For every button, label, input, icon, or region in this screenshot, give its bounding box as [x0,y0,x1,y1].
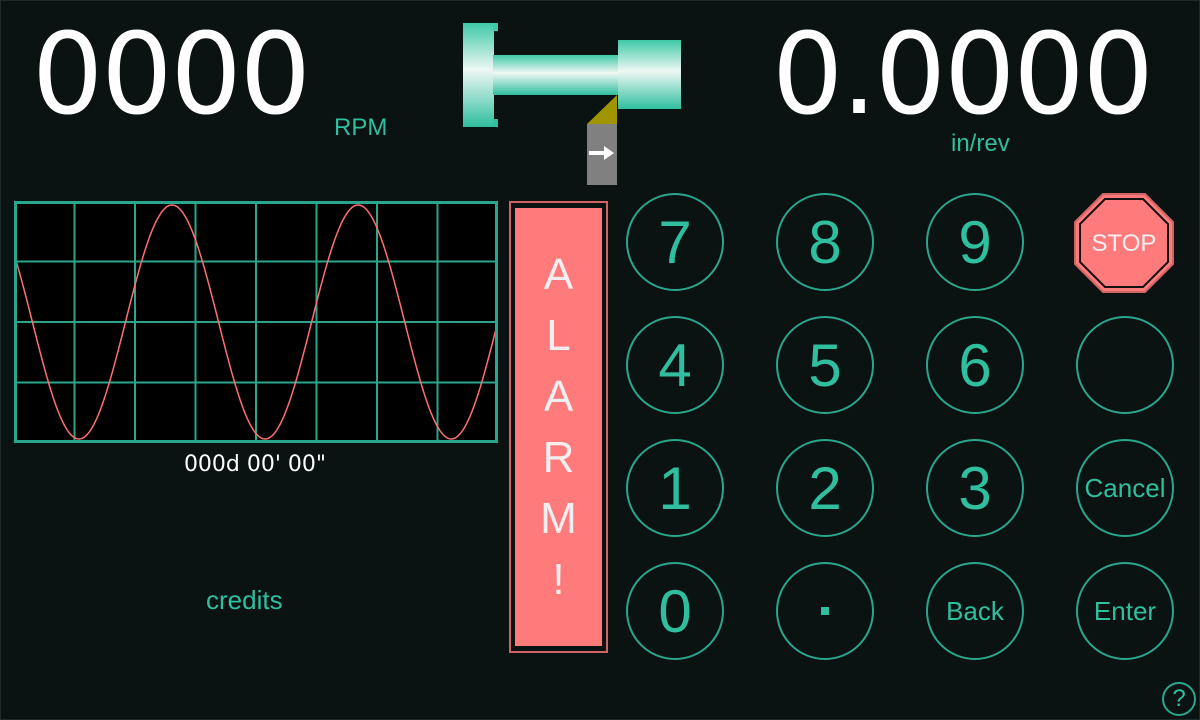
lathe-graphic [463,23,681,185]
chuck-icon [463,23,498,127]
key-5[interactable]: 5 [776,316,874,414]
credits-link[interactable]: credits [206,585,283,616]
alarm-letter: A [543,250,574,299]
key-2[interactable]: 2 [776,439,874,537]
alarm-letter: R [542,433,575,482]
stop-button[interactable]: STOP [1074,193,1174,293]
help-button[interactable]: ? [1162,682,1196,716]
enter-button[interactable]: Enter [1076,562,1174,660]
key-1[interactable]: 1 [626,439,724,537]
alarm-letter: M [540,494,577,543]
alarm-letter: ! [552,555,565,604]
key-7[interactable]: 7 [626,193,724,291]
alarm-label: A L A R M ! [515,208,602,646]
key-0[interactable]: 0 [626,562,724,660]
alarm-indicator[interactable]: A L A R M ! [509,201,608,653]
key-4[interactable]: 4 [626,316,724,414]
key-8[interactable]: 8 [776,193,874,291]
workpiece-end [618,40,681,109]
back-button[interactable]: Back [926,562,1024,660]
decimal-point-key[interactable] [776,562,874,660]
workpiece-shaft [493,55,619,95]
angle-readout: 000d 00' 00" [183,452,327,477]
stop-label: STOP [1092,230,1157,257]
key-3[interactable]: 3 [926,439,1024,537]
key-6[interactable]: 6 [926,316,1024,414]
key-9[interactable]: 9 [926,193,1024,291]
cancel-button[interactable]: Cancel [1076,439,1174,537]
alarm-letter: L [546,311,571,360]
cutting-tool-tip [587,95,617,124]
blank-key[interactable] [1076,316,1174,414]
waveform-display [14,201,498,443]
alarm-letter: A [543,372,574,421]
decimal-point-icon [821,607,829,615]
